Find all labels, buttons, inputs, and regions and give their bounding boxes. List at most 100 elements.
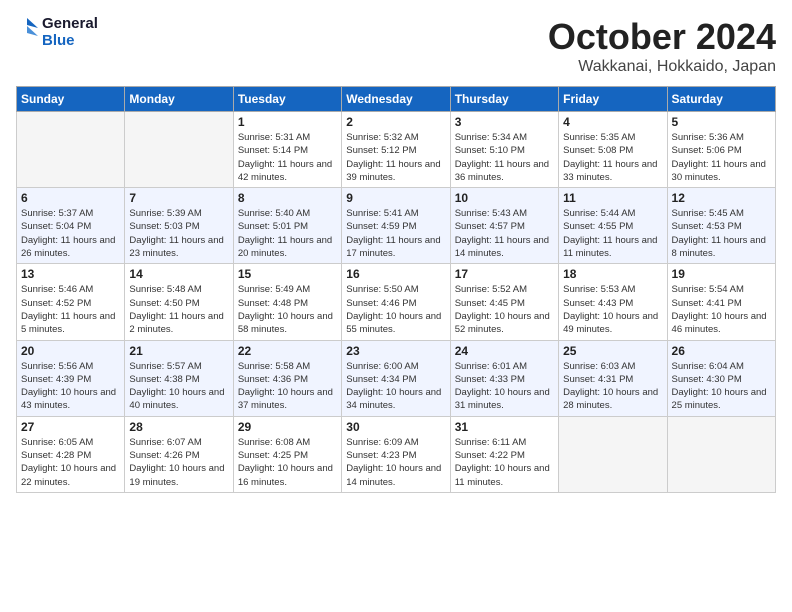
calendar-cell: 10Sunrise: 5:43 AMSunset: 4:57 PMDayligh…	[450, 188, 558, 264]
day-number: 19	[672, 267, 771, 281]
day-number: 6	[21, 191, 120, 205]
title-block: October 2024 Wakkanai, Hokkaido, Japan	[548, 16, 776, 76]
day-info: Sunrise: 6:08 AMSunset: 4:25 PMDaylight:…	[238, 436, 337, 489]
day-info: Sunrise: 5:45 AMSunset: 4:53 PMDaylight:…	[672, 207, 771, 260]
calendar-cell: 21 Sunrise: 5:57 AMSunset: 4:38 PMDayligh…	[125, 340, 233, 416]
calendar-cell	[17, 112, 125, 188]
calendar-cell: 3Sunrise: 5:34 AMSunset: 5:10 PMDaylight…	[450, 112, 558, 188]
calendar-cell: 26 Sunrise: 6:04 AMSunset: 4:30 PMDayligh…	[667, 340, 775, 416]
calendar-cell: 20 Sunrise: 5:56 AMSunset: 4:39 PMDayligh…	[17, 340, 125, 416]
weekday-header-thursday: Thursday	[450, 87, 558, 112]
day-info: Sunrise: 5:48 AMSunset: 4:50 PMDaylight:…	[129, 283, 228, 336]
calendar-cell: 4 Sunrise: 5:35 AMSunset: 5:08 PMDaylight…	[559, 112, 667, 188]
day-number: 28	[129, 420, 228, 434]
calendar-cell: 14 Sunrise: 5:48 AMSunset: 4:50 PMDayligh…	[125, 264, 233, 340]
calendar-cell: 25 Sunrise: 6:03 AMSunset: 4:31 PMDayligh…	[559, 340, 667, 416]
day-number: 30	[346, 420, 445, 434]
day-number: 15	[238, 267, 337, 281]
day-info: Sunrise: 5:49 AMSunset: 4:48 PMDaylight:…	[238, 283, 337, 336]
day-number: 21	[129, 344, 228, 358]
day-number: 27	[21, 420, 120, 434]
day-number: 13	[21, 267, 120, 281]
calendar-cell: 27 Sunrise: 6:05 AMSunset: 4:28 PMDayligh…	[17, 416, 125, 492]
weekday-header-row: SundayMondayTuesdayWednesdayThursdayFrid…	[17, 87, 776, 112]
calendar-cell: 28 Sunrise: 6:07 AMSunset: 4:26 PMDayligh…	[125, 416, 233, 492]
day-number: 17	[455, 267, 554, 281]
calendar-week-row: 27 Sunrise: 6:05 AMSunset: 4:28 PMDayligh…	[17, 416, 776, 492]
day-info: Sunrise: 5:32 AMSunset: 5:12 PMDaylight:…	[346, 131, 445, 184]
calendar-cell: 29 Sunrise: 6:08 AMSunset: 4:25 PMDayligh…	[233, 416, 341, 492]
calendar-cell: 24Sunrise: 6:01 AMSunset: 4:33 PMDayligh…	[450, 340, 558, 416]
weekday-header-friday: Friday	[559, 87, 667, 112]
day-info: Sunrise: 5:41 AMSunset: 4:59 PMDaylight:…	[346, 207, 445, 260]
logo-general: General	[42, 16, 98, 33]
calendar-cell: 16Sunrise: 5:50 AMSunset: 4:46 PMDayligh…	[342, 264, 450, 340]
day-info: Sunrise: 6:01 AMSunset: 4:33 PMDaylight:…	[455, 360, 554, 413]
calendar-cell: 12 Sunrise: 5:45 AMSunset: 4:53 PMDayligh…	[667, 188, 775, 264]
calendar-cell	[667, 416, 775, 492]
calendar-cell: 1 Sunrise: 5:31 AMSunset: 5:14 PMDaylight…	[233, 112, 341, 188]
calendar-cell: 6 Sunrise: 5:37 AMSunset: 5:04 PMDaylight…	[17, 188, 125, 264]
day-number: 29	[238, 420, 337, 434]
day-info: Sunrise: 6:11 AMSunset: 4:22 PMDaylight:…	[455, 436, 554, 489]
calendar-cell: 19 Sunrise: 5:54 AMSunset: 4:41 PMDayligh…	[667, 264, 775, 340]
day-info: Sunrise: 5:57 AMSunset: 4:38 PMDaylight:…	[129, 360, 228, 413]
calendar-table: SundayMondayTuesdayWednesdayThursdayFrid…	[16, 86, 776, 493]
calendar-cell: 9Sunrise: 5:41 AMSunset: 4:59 PMDaylight…	[342, 188, 450, 264]
day-info: Sunrise: 5:39 AMSunset: 5:03 PMDaylight:…	[129, 207, 228, 260]
day-info: Sunrise: 5:56 AMSunset: 4:39 PMDaylight:…	[21, 360, 120, 413]
day-info: Sunrise: 5:53 AMSunset: 4:43 PMDaylight:…	[563, 283, 662, 336]
calendar-week-row: 20 Sunrise: 5:56 AMSunset: 4:39 PMDayligh…	[17, 340, 776, 416]
day-info: Sunrise: 5:43 AMSunset: 4:57 PMDaylight:…	[455, 207, 554, 260]
logo-bird-icon	[16, 18, 38, 48]
day-number: 7	[129, 191, 228, 205]
calendar-cell: 31 Sunrise: 6:11 AMSunset: 4:22 PMDayligh…	[450, 416, 558, 492]
day-number: 8	[238, 191, 337, 205]
calendar-cell: 2 Sunrise: 5:32 AMSunset: 5:12 PMDaylight…	[342, 112, 450, 188]
day-info: Sunrise: 5:50 AMSunset: 4:46 PMDaylight:…	[346, 283, 445, 336]
day-number: 1	[238, 115, 337, 129]
calendar-cell: 18 Sunrise: 5:53 AMSunset: 4:43 PMDayligh…	[559, 264, 667, 340]
calendar-cell: 22Sunrise: 5:58 AMSunset: 4:36 PMDayligh…	[233, 340, 341, 416]
day-info: Sunrise: 5:35 AMSunset: 5:08 PMDaylight:…	[563, 131, 662, 184]
day-number: 18	[563, 267, 662, 281]
day-info: Sunrise: 5:37 AMSunset: 5:04 PMDaylight:…	[21, 207, 120, 260]
day-info: Sunrise: 5:40 AMSunset: 5:01 PMDaylight:…	[238, 207, 337, 260]
day-info: Sunrise: 5:46 AMSunset: 4:52 PMDaylight:…	[21, 283, 120, 336]
day-info: Sunrise: 5:52 AMSunset: 4:45 PMDaylight:…	[455, 283, 554, 336]
day-number: 25	[563, 344, 662, 358]
day-info: Sunrise: 6:04 AMSunset: 4:30 PMDaylight:…	[672, 360, 771, 413]
weekday-header-monday: Monday	[125, 87, 233, 112]
day-info: Sunrise: 6:09 AMSunset: 4:23 PMDaylight:…	[346, 436, 445, 489]
day-info: Sunrise: 5:44 AMSunset: 4:55 PMDaylight:…	[563, 207, 662, 260]
day-info: Sunrise: 5:31 AMSunset: 5:14 PMDaylight:…	[238, 131, 337, 184]
weekday-header-tuesday: Tuesday	[233, 87, 341, 112]
day-number: 3	[455, 115, 554, 129]
day-number: 14	[129, 267, 228, 281]
calendar-cell: 8 Sunrise: 5:40 AMSunset: 5:01 PMDaylight…	[233, 188, 341, 264]
day-number: 12	[672, 191, 771, 205]
logo: General Blue	[16, 16, 98, 49]
calendar-cell: 17 Sunrise: 5:52 AMSunset: 4:45 PMDayligh…	[450, 264, 558, 340]
day-info: Sunrise: 5:58 AMSunset: 4:36 PMDaylight:…	[238, 360, 337, 413]
calendar-week-row: 6 Sunrise: 5:37 AMSunset: 5:04 PMDaylight…	[17, 188, 776, 264]
calendar-cell	[559, 416, 667, 492]
day-number: 31	[455, 420, 554, 434]
day-number: 20	[21, 344, 120, 358]
day-info: Sunrise: 5:54 AMSunset: 4:41 PMDaylight:…	[672, 283, 771, 336]
day-info: Sunrise: 6:07 AMSunset: 4:26 PMDaylight:…	[129, 436, 228, 489]
calendar-cell: 13 Sunrise: 5:46 AMSunset: 4:52 PMDayligh…	[17, 264, 125, 340]
day-number: 4	[563, 115, 662, 129]
day-info: Sunrise: 6:03 AMSunset: 4:31 PMDaylight:…	[563, 360, 662, 413]
calendar-cell: 7 Sunrise: 5:39 AMSunset: 5:03 PMDaylight…	[125, 188, 233, 264]
day-number: 2	[346, 115, 445, 129]
calendar-week-row: 1 Sunrise: 5:31 AMSunset: 5:14 PMDaylight…	[17, 112, 776, 188]
day-number: 5	[672, 115, 771, 129]
calendar-cell: 30 Sunrise: 6:09 AMSunset: 4:23 PMDayligh…	[342, 416, 450, 492]
location-title: Wakkanai, Hokkaido, Japan	[548, 58, 776, 76]
page-header: General Blue October 2024 Wakkanai, Hokk…	[16, 16, 776, 76]
calendar-week-row: 13 Sunrise: 5:46 AMSunset: 4:52 PMDayligh…	[17, 264, 776, 340]
day-number: 26	[672, 344, 771, 358]
day-info: Sunrise: 6:05 AMSunset: 4:28 PMDaylight:…	[21, 436, 120, 489]
calendar-cell: 23Sunrise: 6:00 AMSunset: 4:34 PMDayligh…	[342, 340, 450, 416]
